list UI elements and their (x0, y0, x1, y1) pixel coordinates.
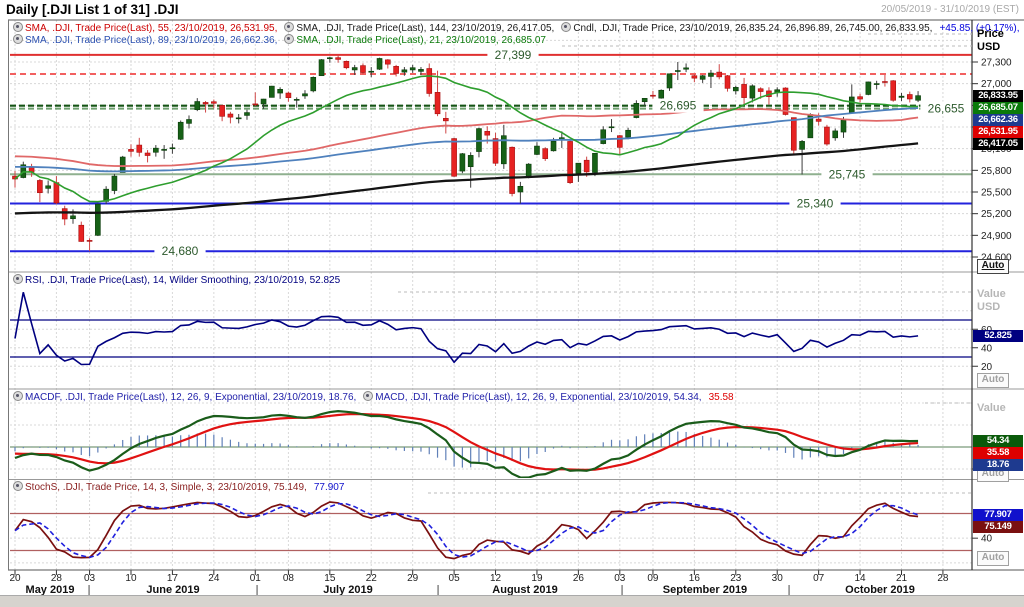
rsi-axis-currency: USD (977, 301, 1006, 314)
legend-text: 77.907 (314, 482, 345, 493)
stoch-badge: 75.149 (973, 521, 1023, 533)
chart-window: Daily [.DJI List 1 of 31] .DJI 20/05/201… (0, 0, 1024, 607)
main-legend-row-1: SMA, .DJI, Trade Price(Last), 55, 23/10/… (13, 22, 1024, 34)
indicator-icon (561, 22, 571, 32)
legend-item[interactable]: SMA, .DJI, Trade Price(Last), 144, 23/10… (284, 23, 554, 34)
price-axis-header: Price USD (977, 28, 1004, 54)
legend-item[interactable]: 77.907 (314, 482, 345, 493)
macd-axis-title: Value (977, 402, 1006, 415)
svg-text:25,745: 25,745 (829, 167, 866, 181)
macd-axis-header: Value (977, 402, 1006, 415)
auto-scale-rsi-button[interactable]: Auto (977, 373, 1009, 388)
auto-scale-stoch-button[interactable]: Auto (977, 551, 1009, 566)
legend-item[interactable]: MACD, .DJI, Trade Price(Last), 12, 26, 9… (363, 392, 701, 403)
legend-item[interactable]: MACDF, .DJI, Trade Price(Last), 12, 26, … (13, 392, 356, 403)
rsi-badge: 52.825 (973, 330, 1023, 342)
legend-item[interactable]: StochS, .DJI, Trade Price, 14, 3, Simple… (13, 482, 307, 493)
legend-text: MACDF, .DJI, Trade Price(Last), 12, 26, … (25, 392, 356, 403)
legend-item[interactable]: SMA, .DJI, Trade Price(Last), 55, 23/10/… (13, 23, 277, 34)
main-legend-row-2: SMA, .DJI, Trade Price(Last), 89, 23/10/… (13, 34, 553, 46)
indicator-icon (13, 22, 23, 32)
macd-badge: 18.76 (973, 459, 1023, 471)
price-badge: 26,685.07 (973, 102, 1023, 114)
legend-text: SMA, .DJI, Trade Price(Last), 21, 23/10/… (296, 35, 546, 46)
time-axis[interactable] (8, 570, 972, 596)
macd-badge: 54.34 (973, 435, 1023, 447)
price-axis-title: Price (977, 28, 1004, 41)
legend-item[interactable]: SMA, .DJI, Trade Price(Last), 21, 23/10/… (284, 35, 546, 46)
svg-text:25,340: 25,340 (797, 197, 834, 211)
auto-scale-main-button[interactable]: Auto (977, 259, 1009, 274)
stoch-legend: StochS, .DJI, Trade Price, 14, 3, Simple… (13, 481, 351, 493)
status-bar (0, 595, 1024, 607)
legend-text: SMA, .DJI, Trade Price(Last), 89, 23/10/… (25, 35, 277, 46)
svg-text:26,695: 26,695 (660, 99, 697, 113)
indicator-icon (13, 274, 23, 284)
legend-text: Cndl, .DJI, Trade Price, 23/10/2019, 26,… (573, 23, 932, 34)
macd-legend: MACDF, .DJI, Trade Price(Last), 12, 26, … (13, 391, 741, 403)
legend-text: MACD, .DJI, Trade Price(Last), 12, 26, 9… (375, 392, 701, 403)
svg-text:27,399: 27,399 (495, 48, 532, 62)
indicator-icon (13, 391, 23, 401)
legend-text: 35.58 (709, 392, 734, 403)
legend-text: SMA, .DJI, Trade Price(Last), 55, 23/10/… (25, 23, 277, 34)
price-axis-currency: USD (977, 41, 1004, 54)
legend-text: StochS, .DJI, Trade Price, 14, 3, Simple… (25, 482, 307, 493)
rsi-axis-header: Value USD (977, 288, 1006, 314)
price-badge: 26,531.95 (973, 126, 1023, 138)
stoch-badge: 77.907 (973, 509, 1023, 521)
rsi-legend: RSI, .DJI, Trade Price(Last), 14, Wilder… (13, 274, 347, 286)
price-badge: 26,833.95 (973, 90, 1023, 102)
rsi-axis-title: Value (977, 288, 1006, 301)
legend-item[interactable]: 35.58 (709, 392, 734, 403)
legend-item[interactable]: RSI, .DJI, Trade Price(Last), 14, Wilder… (13, 275, 340, 286)
indicator-icon (13, 481, 23, 491)
svg-text:24,680: 24,680 (162, 244, 199, 258)
indicator-icon (13, 34, 23, 44)
indicator-icon (284, 34, 294, 44)
legend-item[interactable]: SMA, .DJI, Trade Price(Last), 89, 23/10/… (13, 35, 277, 46)
legend-text: SMA, .DJI, Trade Price(Last), 144, 23/10… (296, 23, 554, 34)
svg-text:26,655: 26,655 (928, 102, 965, 116)
price-badge: 26,662.36 (973, 114, 1023, 126)
macd-badge: 35.58 (973, 447, 1023, 459)
price-badge: 26,417.05 (973, 138, 1023, 150)
legend-text: RSI, .DJI, Trade Price(Last), 14, Wilder… (25, 275, 340, 286)
legend-item[interactable]: Cndl, .DJI, Trade Price, 23/10/2019, 26,… (561, 23, 932, 34)
chart-canvas[interactable]: 2028031017240108152229051219260309162330… (0, 0, 1024, 607)
candles-layer (13, 55, 921, 251)
indicator-icon (363, 391, 373, 401)
indicator-icon (284, 22, 294, 32)
